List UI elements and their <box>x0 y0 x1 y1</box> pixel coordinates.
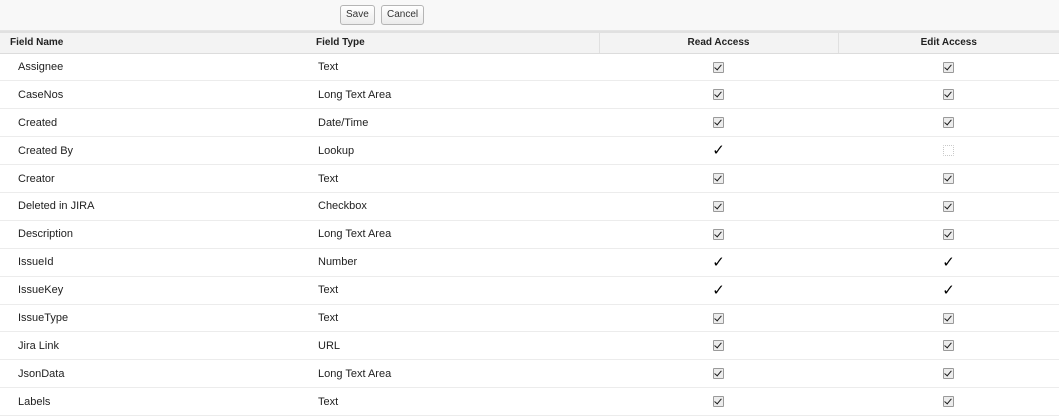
field-type-cell: Text <box>306 276 599 305</box>
table-row: CaseNos Long Text Area <box>0 80 1059 110</box>
table-row: Creator Text <box>0 164 1059 193</box>
field-type-cell: Checkbox <box>306 192 599 221</box>
table-row: Deleted in JIRA Checkbox <box>0 192 1059 221</box>
table-row: Assignee Text <box>0 53 1059 82</box>
table-body: Assignee Text CaseNos Long Text Area Created… <box>0 53 1059 416</box>
read-access-cell <box>599 359 838 389</box>
read-access-checkbox[interactable] <box>713 340 724 352</box>
field-name-cell: JsonData <box>0 359 306 389</box>
read-access-check-icon: ✓ <box>712 252 725 271</box>
edit-access-cell <box>838 359 1059 389</box>
table-row: Created Date/Time <box>0 108 1059 138</box>
read-access-cell <box>599 53 838 82</box>
read-access-cell: ✓ <box>599 248 838 277</box>
read-access-checkbox[interactable] <box>713 200 724 212</box>
read-access-check-icon: ✓ <box>712 280 725 299</box>
edit-access-cell <box>838 304 1059 333</box>
column-header-read-access: Read Access <box>598 31 838 54</box>
field-type-cell: Long Text Area <box>306 80 599 110</box>
field-type-cell: Long Text Area <box>306 220 599 249</box>
field-type-cell: Text <box>306 53 599 82</box>
read-access-check-icon: ✓ <box>712 141 725 160</box>
edit-access-cell <box>838 192 1059 221</box>
edit-access-check-icon: ✓ <box>942 252 955 271</box>
edit-access-cell <box>838 136 1059 166</box>
edit-access-checkbox[interactable] <box>943 200 954 212</box>
toolbar: Save Cancel <box>0 0 1059 31</box>
table-row: IssueType Text <box>0 304 1059 333</box>
table-row: IssueId Number ✓ ✓ <box>0 248 1059 277</box>
edit-access-cell <box>838 53 1059 82</box>
edit-access-checkbox[interactable] <box>943 117 954 129</box>
edit-access-cell <box>838 331 1059 361</box>
read-access-cell <box>599 192 838 221</box>
field-name-cell: Created <box>0 108 306 138</box>
table-row: JsonData Long Text Area <box>0 359 1059 389</box>
field-name-cell: Description <box>0 220 306 249</box>
field-name-cell: Created By <box>0 136 306 166</box>
edit-access-checkbox[interactable] <box>943 173 954 185</box>
edit-access-cell <box>838 220 1059 249</box>
edit-access-cell <box>838 80 1059 110</box>
edit-access-checkbox[interactable] <box>943 145 954 157</box>
field-name-cell: IssueType <box>0 304 306 333</box>
edit-access-cell: ✓ <box>838 276 1059 305</box>
read-access-cell <box>599 304 838 333</box>
read-access-cell: ✓ <box>599 276 838 305</box>
field-name-cell: Deleted in JIRA <box>0 192 306 221</box>
column-header-edit-access: Edit Access <box>837 31 1059 54</box>
read-access-cell <box>599 331 838 361</box>
read-access-cell <box>599 108 838 138</box>
read-access-checkbox[interactable] <box>713 89 724 101</box>
field-name-cell: Assignee <box>0 53 306 82</box>
field-name-cell: Creator <box>0 164 306 193</box>
read-access-cell <box>599 220 838 249</box>
read-access-checkbox[interactable] <box>713 228 724 240</box>
field-access-table: Field Name Field Type Read Access Edit A… <box>0 31 1059 416</box>
edit-access-check-icon: ✓ <box>942 280 955 299</box>
save-button[interactable]: Save <box>340 5 375 25</box>
field-name-cell: Jira Link <box>0 331 306 361</box>
table-row: Jira Link URL <box>0 331 1059 361</box>
table-header-row: Field Name Field Type Read Access Edit A… <box>0 31 1059 54</box>
read-access-cell <box>599 80 838 110</box>
field-type-cell: Text <box>306 304 599 333</box>
edit-access-checkbox[interactable] <box>943 340 954 352</box>
field-type-cell: Text <box>306 164 599 193</box>
field-access-table-wrapper: Field Name Field Type Read Access Edit A… <box>0 31 1059 416</box>
field-type-cell: Long Text Area <box>306 359 599 389</box>
field-type-cell: Date/Time <box>306 108 599 138</box>
edit-access-checkbox[interactable] <box>943 312 954 324</box>
edit-access-cell <box>838 164 1059 193</box>
field-type-cell: Number <box>306 248 599 277</box>
field-name-cell: IssueId <box>0 248 306 277</box>
cancel-button[interactable]: Cancel <box>381 5 425 25</box>
read-access-cell <box>599 164 838 193</box>
table-row: Created By Lookup ✓ <box>0 136 1059 166</box>
field-name-cell: CaseNos <box>0 80 306 110</box>
field-type-cell: URL <box>306 331 599 361</box>
edit-access-checkbox[interactable] <box>943 228 954 240</box>
column-header-field-name: Field Name <box>0 31 306 54</box>
field-type-cell: Lookup <box>306 136 599 166</box>
edit-access-checkbox[interactable] <box>943 368 954 380</box>
edit-access-cell: ✓ <box>838 248 1059 277</box>
read-access-cell: ✓ <box>599 136 838 166</box>
field-name-cell: IssueKey <box>0 276 306 305</box>
read-access-checkbox[interactable] <box>713 61 724 73</box>
edit-access-checkbox[interactable] <box>943 89 954 101</box>
table-row: IssueKey Text ✓ ✓ <box>0 276 1059 305</box>
read-access-checkbox[interactable] <box>713 368 724 380</box>
edit-access-cell <box>838 108 1059 138</box>
column-header-field-type: Field Type <box>306 31 599 54</box>
read-access-checkbox[interactable] <box>713 312 724 324</box>
read-access-checkbox[interactable] <box>713 173 724 185</box>
edit-access-checkbox[interactable] <box>943 61 954 73</box>
table-row: Description Long Text Area <box>0 220 1059 249</box>
read-access-checkbox[interactable] <box>713 117 724 129</box>
